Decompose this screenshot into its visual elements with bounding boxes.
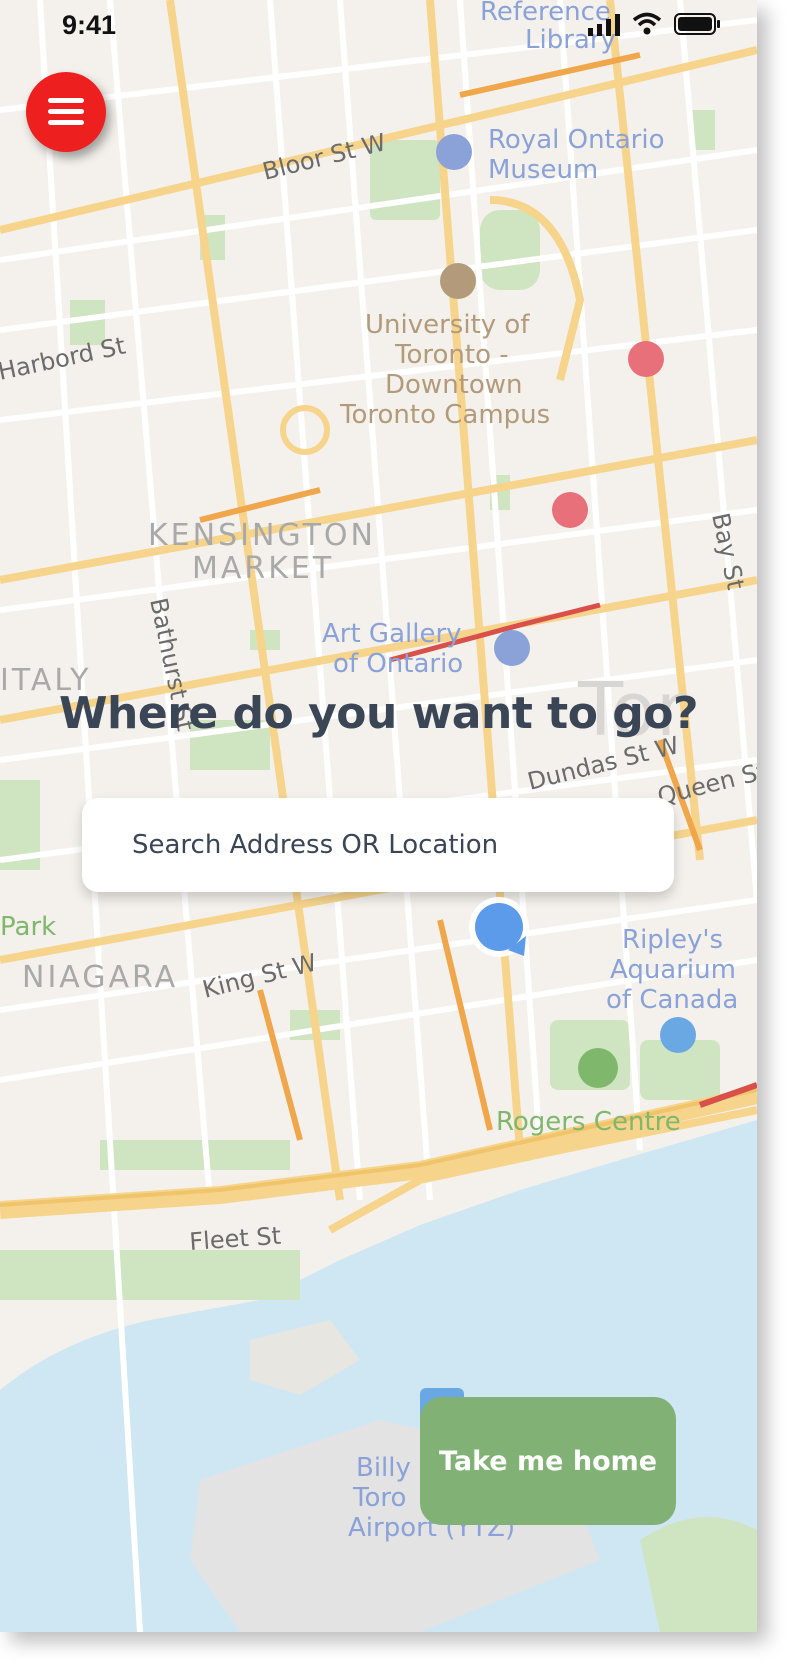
map-island-park <box>640 1517 757 1632</box>
neighbourhood-label: KENSINGTON <box>148 518 376 553</box>
hamburger-icon <box>48 98 84 103</box>
phone-screen: Bloor St W Harbord St Bathurst St King S… <box>0 0 757 1632</box>
place-label: Park <box>0 912 56 942</box>
place-label: Billy <box>356 1453 411 1483</box>
battery-icon <box>674 13 720 35</box>
menu-button[interactable] <box>26 72 106 152</box>
place-label: Rogers Centre <box>496 1107 681 1137</box>
take-me-home-button[interactable]: Take me home <box>420 1397 676 1525</box>
place-label: Ripley's <box>622 925 723 955</box>
place-label: of Ontario <box>333 649 463 679</box>
hospital-icon <box>628 341 664 377</box>
neighbourhood-label: MARKET <box>192 551 334 586</box>
neighbourhood-label: NIAGARA <box>22 960 178 995</box>
place-label: Toro <box>352 1483 406 1513</box>
page-title: Where do you want to go? <box>59 688 699 739</box>
location-dot-icon <box>469 897 529 957</box>
gallery-icon <box>494 630 530 666</box>
status-time: 9:41 <box>62 10 117 40</box>
hamburger-icon <box>48 109 84 114</box>
search-input[interactable] <box>82 798 674 892</box>
place-label: University of <box>365 310 530 340</box>
university-icon <box>440 263 476 299</box>
place-label: of Canada <box>606 985 738 1015</box>
place-label: Toronto - <box>394 340 509 370</box>
aquarium-icon <box>660 1017 696 1053</box>
status-bar: 9:41 <box>0 0 757 52</box>
search-box <box>82 798 674 892</box>
museum-icon <box>436 134 472 170</box>
place-label: Toronto Campus <box>339 400 550 430</box>
place-label: Art Gallery <box>322 619 462 649</box>
place-label: Downtown <box>385 370 523 400</box>
place-label: Museum <box>488 155 598 185</box>
place-label: Aquarium <box>610 955 736 985</box>
signal-icon <box>588 14 620 36</box>
hospital-icon <box>552 492 588 528</box>
hamburger-icon <box>48 120 84 125</box>
place-label: Royal Ontario <box>488 125 665 155</box>
stadium-icon <box>578 1048 618 1088</box>
wifi-icon <box>632 12 662 35</box>
